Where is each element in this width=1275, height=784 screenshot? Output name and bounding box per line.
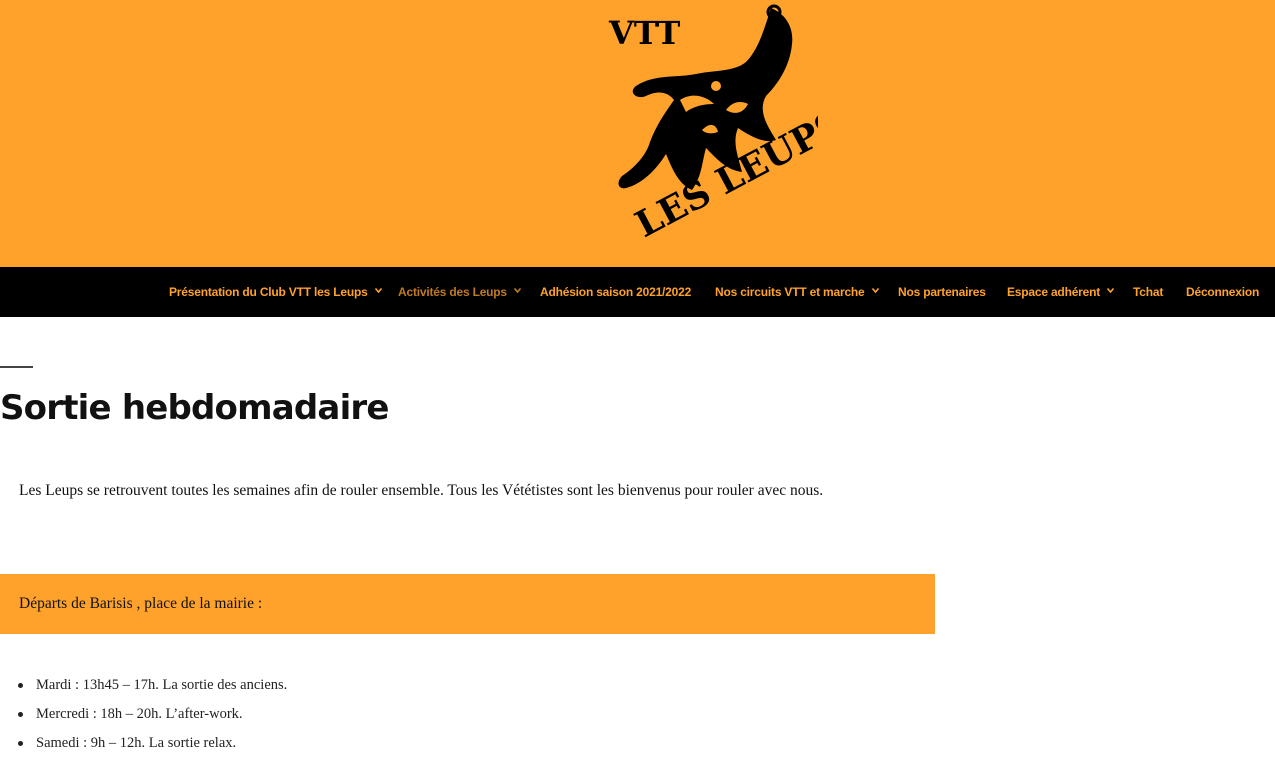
wolf-logo-icon: VTT LES LEUPS [606,0,818,267]
nav-item-presentation[interactable]: Présentation du Club VTT les Leups [169,267,382,317]
chevron-down-icon [871,288,879,294]
list-item-text: Mercredi : 18h – 20h. L’after-work. [36,706,243,722]
nav-item-label: Adhésion saison 2021/2022 [540,285,692,299]
nav-item-label: Nos partenaires [898,285,986,299]
bullet-icon [18,683,23,688]
list-item-text: Mardi : 13h45 – 17h. La sortie des ancie… [36,677,288,693]
list-item: Mardi : 13h45 – 17h. La sortie des ancie… [0,671,287,700]
intro-paragraph: Les Leups se retrouvent toutes les semai… [19,482,824,499]
bullet-icon [18,741,23,746]
chevron-down-icon [1107,288,1115,294]
chevron-down-icon [513,288,521,294]
main-nav: Présentation du Club VTT les Leups Activ… [0,267,1275,317]
departure-banner-text: Départs de Barisis , place de la mairie … [19,595,263,612]
nav-item-partenaires[interactable]: Nos partenaires [898,267,986,317]
chevron-down-icon [374,288,382,294]
nav-item-label: Présentation du Club VTT les Leups [169,285,368,299]
nav-item-espace-adherent[interactable]: Espace adhérent [1007,267,1115,317]
list-item: Mercredi : 18h – 20h. L’after-work. [0,700,287,729]
departure-banner: Départs de Barisis , place de la mairie … [0,574,935,634]
list-item-text: Samedi : 9h – 12h. La sortie relax. [36,735,237,751]
nav-item-deconnexion[interactable]: Déconnexion [1186,267,1259,317]
schedule-list: Mardi : 13h45 – 17h. La sortie des ancie… [0,671,287,758]
nav-item-adhesion[interactable]: Adhésion saison 2021/2022 [540,267,691,317]
logo-vtt-text: VTT [608,14,681,52]
bullet-icon [18,712,23,717]
site-logo[interactable]: VTT LES LEUPS [606,0,818,267]
nav-item-label: Espace adhérent [1007,285,1101,299]
nav-item-tchat[interactable]: Tchat [1133,267,1163,317]
page-title: Sortie hebdomadaire [0,388,389,428]
nav-item-activites[interactable]: Activités des Leups [398,267,521,317]
list-item: Samedi : 9h – 12h. La sortie relax. [0,729,287,758]
site-header: VTT LES LEUPS [0,0,1275,267]
nav-item-circuits[interactable]: Nos circuits VTT et marche [715,267,879,317]
nav-item-label: Activités des Leups [398,285,507,299]
nav-item-label: Tchat [1133,285,1164,299]
nav-item-label: Nos circuits VTT et marche [715,285,865,299]
nav-item-label: Déconnexion [1186,285,1260,299]
title-divider [0,366,33,368]
